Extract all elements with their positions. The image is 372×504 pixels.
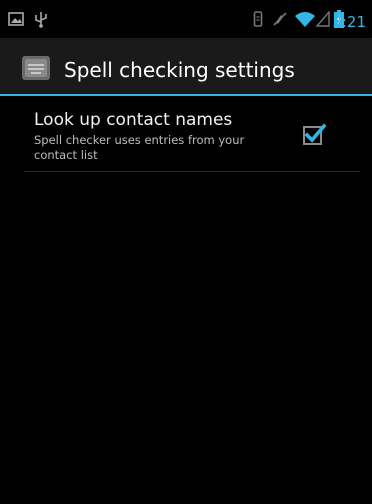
- usb-icon: [35, 12, 47, 28]
- image-icon: [8, 12, 24, 26]
- setting-look-up-contact-names[interactable]: Look up contact names Spell checker uses…: [0, 96, 372, 172]
- page-title: Spell checking settings: [64, 58, 295, 82]
- signal-icon: [316, 11, 330, 27]
- status-bar: 3:21: [0, 0, 372, 38]
- contact-names-checkbox[interactable]: [302, 122, 326, 146]
- no-sound-icon: [273, 12, 287, 26]
- status-time: 3:21: [332, 13, 366, 31]
- wifi-icon: [295, 12, 315, 27]
- action-bar: Spell checking settings: [0, 38, 372, 96]
- vibrate-icon: [253, 11, 263, 27]
- setting-title: Look up contact names: [34, 110, 233, 130]
- list-divider: [24, 171, 360, 172]
- keyboard-icon[interactable]: [22, 56, 50, 80]
- setting-summary: Spell checker uses entries from your con…: [34, 133, 245, 162]
